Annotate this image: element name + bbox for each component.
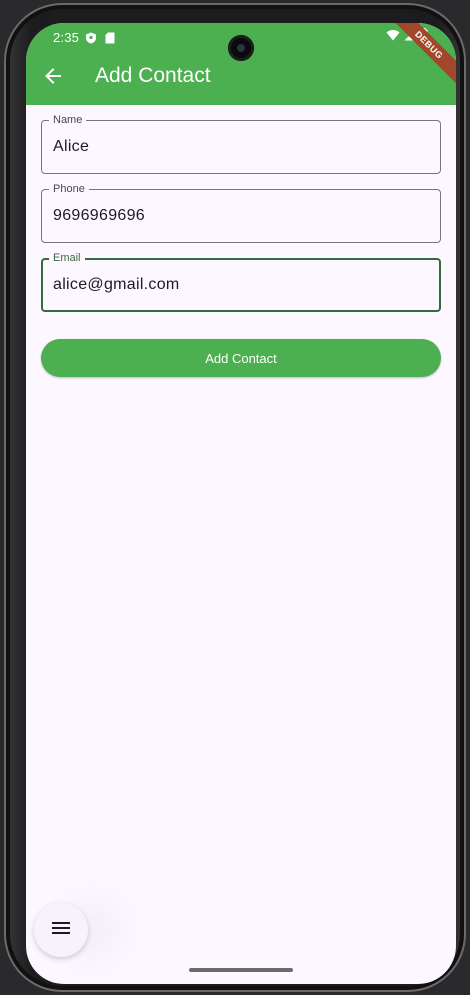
email-field-label: Email bbox=[49, 251, 85, 265]
arrow-back-icon bbox=[43, 66, 63, 91]
front-camera bbox=[228, 35, 254, 61]
email-field-value: alice@gmail.com bbox=[53, 276, 180, 293]
wifi-icon bbox=[386, 28, 400, 46]
shield-icon bbox=[85, 31, 97, 44]
status-time: 2:35 bbox=[53, 30, 80, 45]
phone-frame: 2:35 DEBUG Add Contact Name Alice Phone … bbox=[4, 3, 466, 992]
app-screen: 2:35 DEBUG Add Contact Name Alice Phone … bbox=[26, 23, 456, 984]
page-title: Add Contact bbox=[95, 64, 211, 87]
app-bar: 2:35 DEBUG Add Contact bbox=[26, 23, 456, 105]
name-field-label: Name bbox=[49, 113, 87, 127]
home-indicator[interactable] bbox=[189, 968, 293, 972]
menu-icon bbox=[52, 921, 70, 940]
menu-fab-button[interactable] bbox=[34, 903, 88, 957]
name-field[interactable]: Name Alice bbox=[41, 113, 441, 174]
email-field[interactable]: Email alice@gmail.com bbox=[41, 251, 441, 312]
back-button[interactable] bbox=[38, 63, 68, 93]
name-field-value: Alice bbox=[53, 138, 90, 155]
add-contact-button[interactable]: Add Contact bbox=[41, 339, 441, 377]
phone-field[interactable]: Phone 9696969696 bbox=[41, 182, 441, 243]
sim-card-icon bbox=[105, 31, 117, 44]
phone-field-label: Phone bbox=[49, 182, 89, 196]
phone-field-value: 9696969696 bbox=[53, 207, 145, 224]
